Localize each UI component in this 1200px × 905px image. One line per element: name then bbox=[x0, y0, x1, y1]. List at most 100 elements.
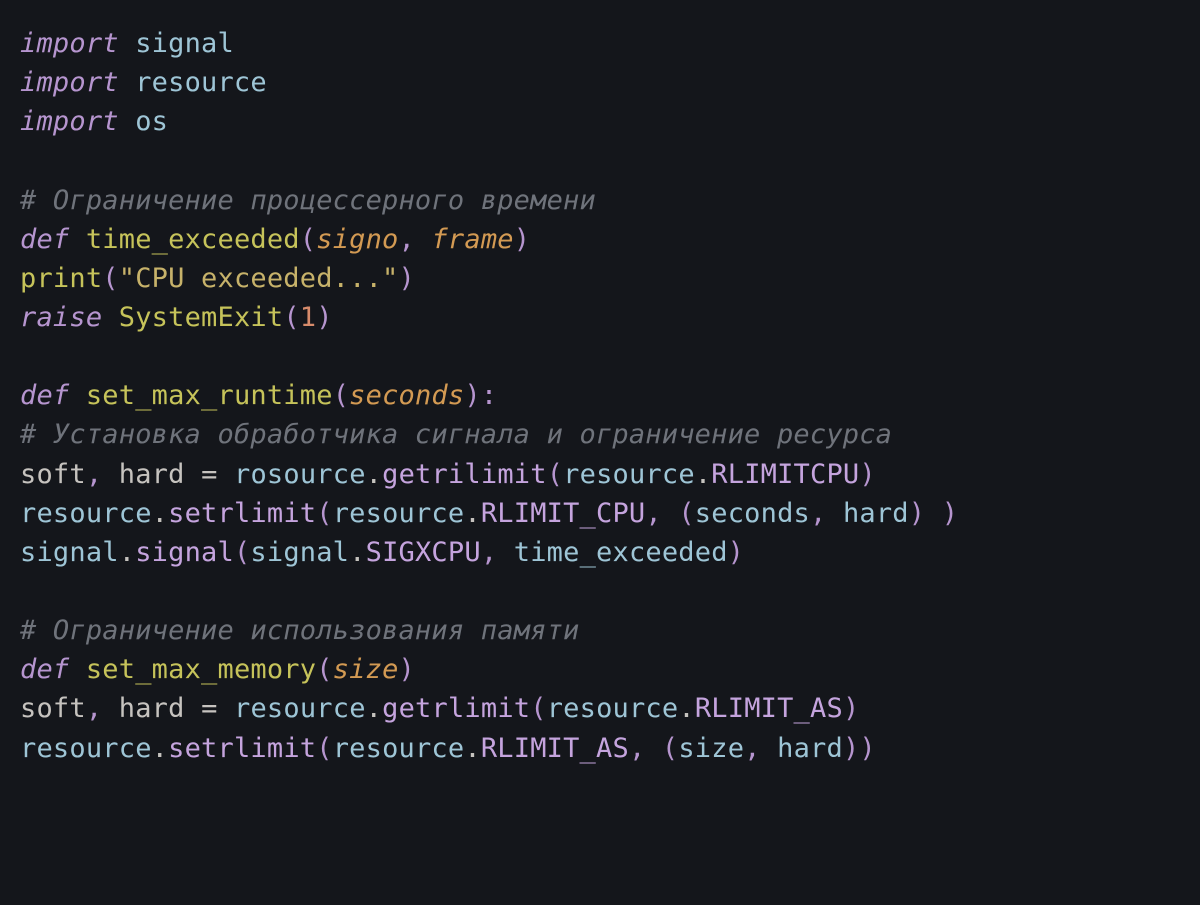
code-token: resource bbox=[135, 67, 267, 98]
code-token: ( bbox=[530, 693, 546, 724]
code-token: ( bbox=[316, 498, 332, 529]
code-line[interactable]: print("CPU exceeded...") bbox=[20, 259, 1180, 298]
code-token: import bbox=[20, 28, 119, 59]
code-token: seconds bbox=[695, 498, 810, 529]
code-token: ( bbox=[678, 498, 694, 529]
code-line[interactable]: # Установка обработчика сигнала и ограни… bbox=[20, 415, 1180, 454]
code-token: setrlimit bbox=[168, 498, 316, 529]
code-token: setrlimit bbox=[168, 733, 316, 764]
code-token: RLIMIT_CPU bbox=[481, 498, 646, 529]
code-line[interactable] bbox=[20, 337, 1180, 376]
code-line[interactable]: # Ограничение процессерного времени bbox=[20, 181, 1180, 220]
code-token: rosource bbox=[234, 459, 366, 490]
code-line[interactable]: signal.signal(signal.SIGXCPU, time_excee… bbox=[20, 533, 1180, 572]
code-token: hard bbox=[119, 459, 185, 490]
code-token: getrlimit bbox=[382, 693, 530, 724]
code-line[interactable]: resource.setrlimit(resource.RLIMIT_AS, (… bbox=[20, 729, 1180, 768]
code-token: 1 bbox=[300, 302, 316, 333]
code-token: set_max_memory bbox=[86, 654, 316, 685]
code-line[interactable]: import os bbox=[20, 102, 1180, 141]
code-token: # Установка обработчика сигнала и ограни… bbox=[20, 419, 892, 450]
code-line[interactable] bbox=[20, 141, 1180, 180]
code-token: resource bbox=[234, 693, 366, 724]
code-token: os bbox=[135, 106, 168, 137]
code-token: ) bbox=[942, 498, 958, 529]
code-token: , bbox=[744, 733, 760, 764]
code-line[interactable]: import signal bbox=[20, 24, 1180, 63]
code-token: seconds bbox=[349, 380, 464, 411]
code-token: SIGXCPU bbox=[366, 537, 481, 568]
code-token: signal bbox=[250, 537, 349, 568]
code-token: )) bbox=[843, 733, 876, 764]
code-token: . bbox=[119, 537, 135, 568]
code-token: resource bbox=[20, 733, 152, 764]
code-token: ) bbox=[514, 224, 530, 255]
code-token: ( bbox=[234, 537, 250, 568]
code-token: resource bbox=[563, 459, 695, 490]
code-token: import bbox=[20, 67, 119, 98]
code-token: . bbox=[349, 537, 365, 568]
code-token: hard bbox=[777, 733, 843, 764]
code-line[interactable]: resource.setrlimit(resource.RLIMIT_CPU, … bbox=[20, 494, 1180, 533]
code-token: . bbox=[464, 498, 480, 529]
code-token: , bbox=[810, 498, 826, 529]
code-line[interactable] bbox=[20, 572, 1180, 611]
code-token: . bbox=[695, 459, 711, 490]
code-token: ( bbox=[316, 654, 332, 685]
code-token: raise bbox=[20, 302, 102, 333]
code-token: ( bbox=[283, 302, 299, 333]
code-token: SystemExit bbox=[119, 302, 284, 333]
code-token: . bbox=[152, 498, 168, 529]
code-token: signo bbox=[316, 224, 398, 255]
code-token: . bbox=[366, 693, 382, 724]
code-token: resource bbox=[333, 498, 465, 529]
code-token: , bbox=[399, 224, 415, 255]
code-token: size bbox=[333, 654, 399, 685]
code-token: time_exceeded bbox=[514, 537, 728, 568]
code-token: getrilimit bbox=[382, 459, 547, 490]
code-token: RLIMITCPU bbox=[711, 459, 859, 490]
code-token: , bbox=[86, 459, 102, 490]
code-token: print bbox=[20, 263, 102, 294]
code-line[interactable]: def time_exceeded(signo, frame) bbox=[20, 220, 1180, 259]
code-token: frame bbox=[431, 224, 513, 255]
code-token: hard bbox=[119, 693, 185, 724]
code-token: "CPU exceeded..." bbox=[119, 263, 399, 294]
code-token: def bbox=[20, 224, 69, 255]
code-token: . bbox=[464, 733, 480, 764]
code-token: , bbox=[481, 537, 497, 568]
code-token: set_max_runtime bbox=[86, 380, 333, 411]
code-token: ): bbox=[464, 380, 497, 411]
code-token: resource bbox=[20, 498, 152, 529]
code-token: = bbox=[201, 459, 217, 490]
code-token: ( bbox=[662, 733, 678, 764]
code-line[interactable]: import resource bbox=[20, 63, 1180, 102]
code-token: ) bbox=[859, 459, 875, 490]
code-token: time_exceeded bbox=[86, 224, 300, 255]
code-line[interactable]: raise SystemExit(1) bbox=[20, 298, 1180, 337]
code-token: signal bbox=[135, 537, 234, 568]
code-token: = bbox=[201, 693, 217, 724]
code-token: # Ограничение процессерного времени bbox=[20, 185, 596, 216]
code-token: signal bbox=[20, 537, 119, 568]
code-token: , bbox=[629, 733, 645, 764]
code-line[interactable]: def set_max_runtime(seconds): bbox=[20, 376, 1180, 415]
code-token: ( bbox=[102, 263, 118, 294]
code-editor[interactable]: import signalimport resourceimport os # … bbox=[0, 0, 1200, 792]
code-token: soft bbox=[20, 693, 86, 724]
code-token: , bbox=[86, 693, 102, 724]
code-line[interactable]: # Ограничение использования памяти bbox=[20, 611, 1180, 650]
code-token: ( bbox=[316, 733, 332, 764]
code-token: resource bbox=[333, 733, 465, 764]
code-line[interactable]: def set_max_memory(size) bbox=[20, 650, 1180, 689]
code-token: RLIMIT_AS bbox=[481, 733, 629, 764]
code-token: . bbox=[152, 733, 168, 764]
code-token: ) bbox=[399, 654, 415, 685]
code-line[interactable]: soft, hard = rosource.getrilimit(resourc… bbox=[20, 455, 1180, 494]
code-token: ) bbox=[316, 302, 332, 333]
code-token: ) bbox=[728, 537, 744, 568]
code-token: def bbox=[20, 380, 69, 411]
code-token: signal bbox=[135, 28, 234, 59]
code-line[interactable]: soft, hard = resource.getrlimit(resource… bbox=[20, 689, 1180, 728]
code-token: RLIMIT_AS bbox=[695, 693, 843, 724]
